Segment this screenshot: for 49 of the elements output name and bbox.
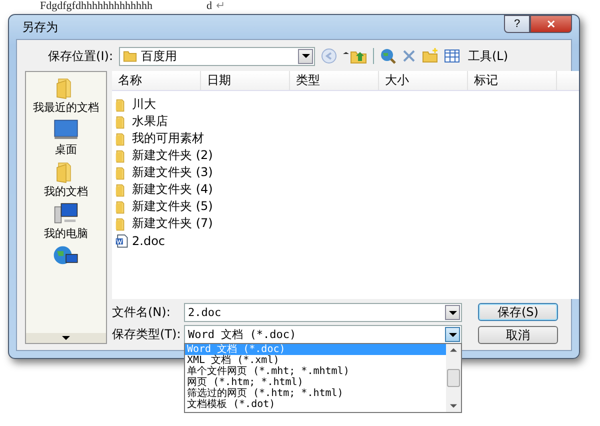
view-icon[interactable] [444,49,460,63]
place-label[interactable]: 桌面 [55,143,77,156]
scroll-down-icon[interactable] [62,336,70,340]
column-header[interactable]: 标记 [468,71,557,90]
scroll-down-icon[interactable] [450,404,457,408]
column-header[interactable]: 类型 [290,71,379,90]
file-name[interactable]: 新建文件夹 (4) [132,181,213,198]
file-type-option[interactable]: 单个文件网页 (*.mht; *.mhtml) [185,366,446,377]
computer-icon[interactable] [53,202,79,226]
close-button[interactable]: ✕ [530,15,572,33]
scrollbar[interactable] [446,344,461,412]
scroll-up-icon[interactable] [450,348,457,352]
monitor-icon[interactable] [53,118,79,142]
place-label[interactable]: 我的文档 [44,185,88,198]
file-name[interactable]: 2.doc [132,234,166,248]
file-type-label: 保存类型(T): [112,326,182,343]
tools-menu[interactable]: 工具(L) [466,48,510,64]
scrollbar-thumb[interactable] [447,369,460,387]
help-button[interactable]: ? [504,15,530,33]
file-name[interactable]: 我的可用素材 [132,130,204,147]
file-name[interactable]: 新建文件夹 (5) [132,198,213,215]
dialog-button[interactable]: 取消 [478,326,558,344]
place-label[interactable]: 我的电脑 [44,227,88,240]
location-label: 保存位置(I): [47,48,113,64]
window-title: 另存为 [21,18,58,36]
file-type-option[interactable]: XML 文档 (*.xml) [185,355,446,366]
column-header[interactable]: 日期 [201,71,290,90]
file-name-label: 文件名(N): [112,304,172,321]
file-name[interactable]: 新建文件夹 (3) [132,164,213,181]
paragraph-mark: ↵ [216,0,225,14]
dialog-button[interactable]: 保存(S) [478,303,558,321]
file-name[interactable]: 水果店 [132,113,168,130]
file-name[interactable]: 新建文件夹 (7) [132,215,213,232]
file-type-option[interactable]: 文档模板 (*.dot) [185,399,446,410]
column-header[interactable]: 名称 [112,71,201,90]
file-type-option[interactable]: 筛选过的网页 (*.htm; *.html) [185,388,446,399]
file-type-dropdown[interactable]: Word 文档 (*.doc) [184,325,462,344]
place-label[interactable]: 我最近的文档 [33,101,99,114]
column-header[interactable]: 大小 [379,71,468,90]
file-type-option[interactable]: 网页 (*.htm; *.html) [185,377,446,388]
location-dropdown[interactable]: 百度用 [119,46,315,66]
document-text: Fdgdfgfdhhhhhhhhhhhhh [40,0,152,14]
web-search-icon[interactable] [380,48,396,64]
file-name[interactable]: 新建文件夹 (2) [132,147,213,164]
file-name[interactable]: 川大 [132,96,156,113]
document-icon [115,234,129,248]
file-name-field[interactable]: 2.doc [184,303,462,322]
document-text: d [206,0,212,14]
folder-icon [123,49,137,63]
